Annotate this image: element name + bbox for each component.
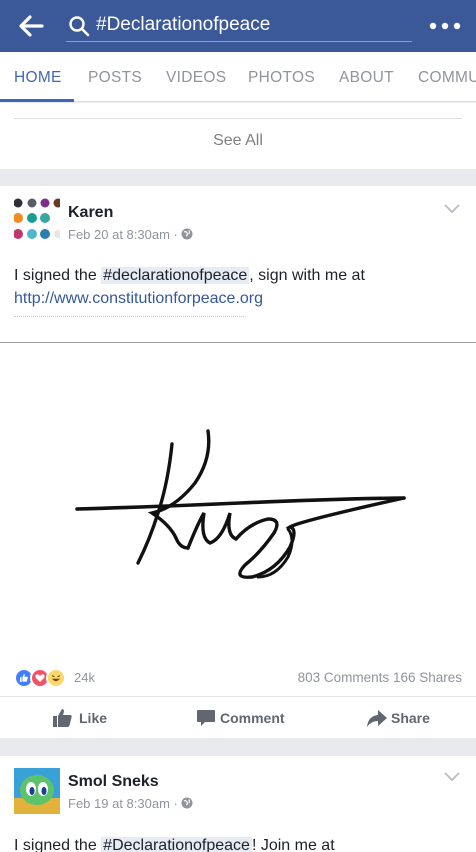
post-stats: 803 Comments 166 Shares [298,670,462,685]
post-photo[interactable] [0,342,476,648]
post-text: I signed the #declarationofpeace, sign w… [14,264,464,310]
post-author[interactable]: Karen [68,204,113,222]
tab-community[interactable]: COMMU [418,52,476,101]
globe-icon [181,228,193,240]
post-card: Karen Feb 20 at 8:30am · I signed the #d… [0,186,476,738]
top-app-bar [0,0,476,52]
handwritten-signature-image [75,429,406,579]
divider [14,118,462,119]
separator-dot: · [173,796,182,811]
comment-bubble-icon [197,710,215,726]
reaction-count[interactable]: 24k [74,670,95,685]
post-card: Smol Sneks Feb 19 at 8:30am · I signed t… [0,756,476,852]
post-text: I signed the #Declarationofpeace! Join m… [14,834,464,852]
shares-count[interactable]: 166 Shares [393,670,462,685]
post-timestamp[interactable]: Feb 20 at 8:30am [68,227,170,242]
tab-home[interactable]: HOME [14,52,62,101]
post-text-part: I signed the [14,837,102,852]
post-text-part: I signed the [14,267,102,284]
like-label: Like [79,710,108,726]
search-icon [69,16,90,37]
post-text-part: , sign with me at [249,267,365,284]
post-text-part: ! Join me at [251,837,335,852]
share-arrow-icon [367,710,387,727]
share-label: Share [391,710,430,726]
post-author[interactable]: Smol Sneks [68,773,159,791]
post-meta: Feb 19 at 8:30am · [68,796,193,811]
tab-videos[interactable]: VIDEOS [166,52,226,101]
back-arrow-icon[interactable] [16,11,46,41]
comment-button[interactable]: Comment [196,697,316,739]
hashtag-link[interactable]: #declarationofpeace [101,267,250,284]
haha-reaction-icon [46,668,66,688]
tab-posts[interactable]: POSTS [88,52,142,101]
avatar[interactable] [14,768,60,814]
tab-photos[interactable]: PHOTOS [248,52,315,101]
search-bar[interactable] [66,10,412,42]
share-button[interactable]: Share [366,697,446,739]
like-button[interactable]: Like [52,697,152,739]
post-meta: Feb 20 at 8:30am · [68,227,193,242]
chevron-down-icon[interactable] [444,204,460,214]
see-all-link[interactable]: See All [0,132,476,150]
post-actions: Like Comment Share [0,696,476,738]
page-tabs: HOME POSTS VIDEOS PHOTOS ABOUT COMMU [0,52,476,102]
truncated-text-fade [14,311,314,325]
post-timestamp[interactable]: Feb 19 at 8:30am [68,796,170,811]
more-options-icon[interactable] [428,16,462,36]
comments-count[interactable]: 803 Comments [298,670,390,685]
thumbs-up-icon [53,709,72,727]
avatar[interactable] [14,198,60,244]
comment-label: Comment [220,710,285,726]
search-input[interactable] [96,12,406,38]
separator-dot: · [173,227,182,242]
post-link[interactable]: http://www.constitutionforpeace.org [14,290,263,307]
chevron-down-icon[interactable] [444,772,460,782]
globe-icon [181,797,193,809]
tab-about[interactable]: ABOUT [339,52,394,101]
hashtag-link[interactable]: #Declarationofpeace [101,837,252,852]
active-tab-indicator [0,99,74,102]
